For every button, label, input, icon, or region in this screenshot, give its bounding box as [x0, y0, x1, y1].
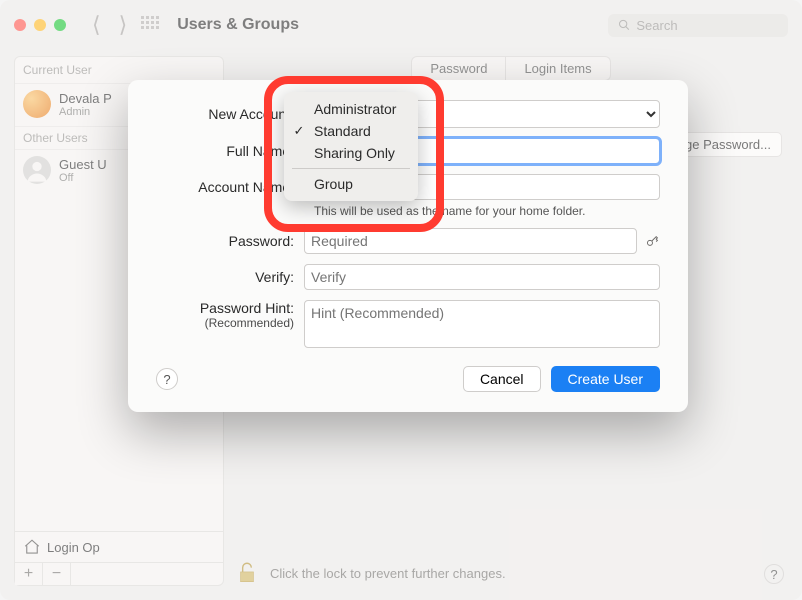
- dropdown-option-standard[interactable]: ✓Standard: [284, 120, 418, 142]
- check-icon: ✓: [292, 123, 306, 139]
- new-account-label: New Account:: [156, 106, 304, 122]
- account-name-label: Account Name:: [156, 179, 304, 195]
- hint-textarea[interactable]: [304, 300, 660, 348]
- account-name-hint: This will be used as the name for your h…: [314, 204, 660, 218]
- cancel-button[interactable]: Cancel: [463, 366, 541, 392]
- verify-input[interactable]: [304, 264, 660, 290]
- new-account-dropdown: Administrator ✓Standard Sharing Only Gro…: [284, 92, 418, 201]
- dropdown-option-administrator[interactable]: Administrator: [284, 98, 418, 120]
- verify-label: Verify:: [156, 269, 304, 285]
- create-user-button[interactable]: Create User: [551, 366, 660, 392]
- password-key-icon[interactable]: [645, 233, 660, 249]
- dropdown-option-group[interactable]: Group: [284, 173, 418, 195]
- password-label: Password:: [156, 233, 304, 249]
- dropdown-separator: [292, 168, 410, 169]
- dropdown-option-sharing-only[interactable]: Sharing Only: [284, 142, 418, 164]
- password-input[interactable]: [304, 228, 637, 254]
- hint-sublabel: (Recommended): [156, 316, 294, 330]
- hint-label: Password Hint:: [156, 300, 294, 316]
- help-button[interactable]: ?: [156, 368, 178, 390]
- full-name-label: Full Name:: [156, 143, 304, 159]
